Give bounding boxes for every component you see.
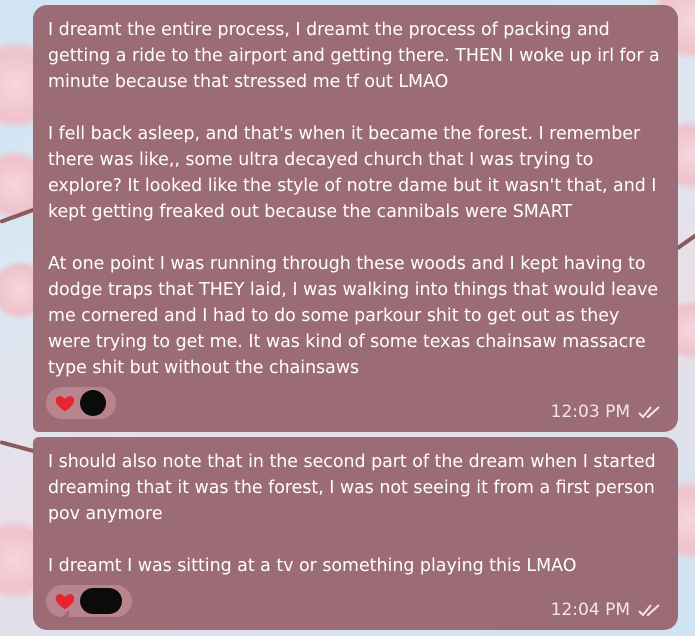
heart-icon — [55, 594, 75, 610]
message-paragraph: I fell back asleep, and that's when it b… — [48, 124, 657, 222]
message-bubble[interactable]: I dreamt the entire process, I dreamt th… — [33, 5, 678, 432]
reaction-row — [46, 386, 116, 420]
avatar[interactable] — [80, 588, 122, 614]
message-bubble[interactable]: I should also note that in the second pa… — [33, 437, 678, 630]
reaction-row — [46, 584, 132, 618]
message-text: I dreamt the entire process, I dreamt th… — [48, 17, 660, 381]
avatar[interactable] — [80, 390, 106, 416]
heart-icon — [55, 396, 75, 412]
message-meta: 12:04 PM — [551, 600, 664, 620]
message-time: 12:03 PM — [550, 402, 630, 422]
message-paragraph: I dreamt the entire process, I dreamt th… — [48, 20, 660, 92]
message-paragraph: At one point I was running through these… — [48, 254, 659, 378]
message-paragraph: I dreamt I was sitting at a tv or someth… — [48, 556, 577, 576]
message-time: 12:04 PM — [550, 600, 630, 620]
reaction-pill[interactable] — [46, 585, 132, 617]
message-paragraph: I should also note that in the second pa… — [48, 452, 656, 524]
message-meta: 12:03 PM — [551, 402, 664, 422]
reaction-pill[interactable] — [46, 387, 116, 419]
read-double-check-icon — [638, 604, 660, 617]
message-text: I should also note that in the second pa… — [48, 449, 660, 579]
read-double-check-icon — [638, 406, 660, 419]
